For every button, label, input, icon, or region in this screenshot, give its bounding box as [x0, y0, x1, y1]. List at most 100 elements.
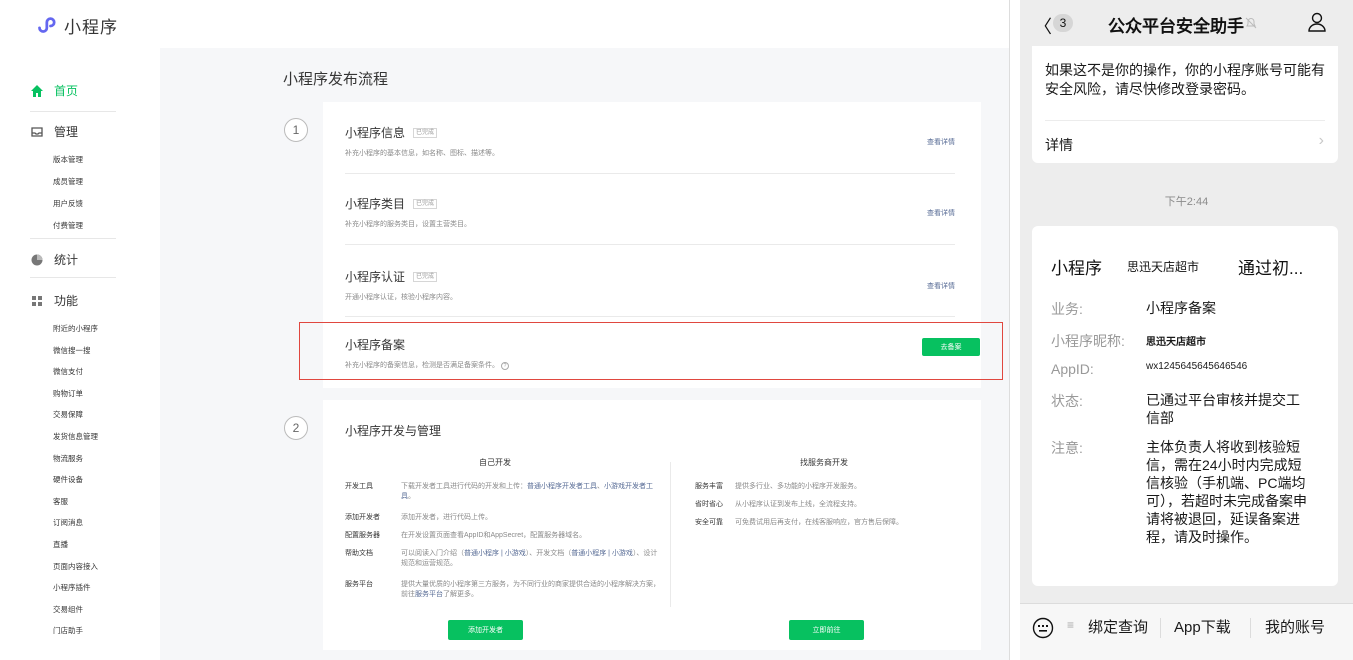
sidebar-label-features: 功能	[54, 294, 79, 308]
step-divider	[345, 244, 955, 245]
doc-link[interactable]: 服务平台	[415, 591, 443, 598]
go-now-button[interactable]: 立即前往	[789, 620, 864, 640]
sidebar-item-stats[interactable]: 统计	[30, 251, 78, 268]
field-value: wx1245645645646546	[1146, 361, 1248, 372]
sidebar-item-version[interactable]: 版本管理	[53, 154, 83, 165]
step-info: 小程序信息 已完成 补充小程序的基本信息，如名称、图标、描述等。 查看详情	[345, 124, 955, 158]
menu-divider	[1160, 618, 1161, 638]
step-verify-title: 小程序认证	[345, 270, 406, 284]
step-category-desc: 补充小程序的服务类目，设置主营类目。	[345, 221, 471, 228]
sidebar-item-feature[interactable]: 门店助手	[53, 625, 83, 636]
step-number-2: 2	[284, 416, 308, 440]
step-number-1: 1	[284, 118, 308, 142]
doc-link[interactable]: 普通小程序 | 小游戏	[571, 550, 633, 557]
menu-app-download[interactable]: App下载	[1174, 616, 1231, 637]
sidebar-divider	[30, 277, 116, 278]
row-value: 下载开发者工具进行代码的开发和上传：普通小程序开发者工具、小游戏开发者工具。	[401, 483, 653, 500]
home-icon	[31, 84, 43, 97]
beian-status-card[interactable]: 小程序 思迅天店超市 通过初... 业务: 小程序备案 小程序昵称: 思迅天店超…	[1032, 226, 1338, 586]
wechat-chat-window: 〈 3 公众平台安全助手 如果这不是你的操作，你的小程序账号可能有安全风险，请尽…	[1020, 0, 1353, 660]
go-beian-button[interactable]: 去备案	[922, 338, 980, 356]
dev-manage-title: 小程序开发与管理	[345, 424, 442, 438]
column-divider	[670, 462, 671, 607]
doc-link[interactable]: 普通小程序 | 小游戏	[464, 550, 526, 557]
sidebar-item-feature[interactable]: 客服	[53, 496, 68, 507]
security-warning-text: 如果这不是你的操作，你的小程序账号可能有安全风险，请尽快修改登录密码。	[1045, 62, 1325, 97]
row-key: 帮助文档	[345, 550, 373, 557]
user-profile-icon[interactable]	[1306, 11, 1328, 33]
row-value: 提供大量优质的小程序第三方服务，为不同行业的商家提供合适的小程序解决方案，前往服…	[401, 581, 660, 598]
row-key: 服务平台	[345, 581, 373, 588]
grid-icon	[32, 295, 42, 306]
step-info-desc: 补充小程序的基本信息，如名称、图标、描述等。	[345, 150, 499, 157]
sidebar-item-feature[interactable]: 微信搜一搜	[53, 345, 91, 356]
step-divider	[345, 173, 955, 174]
row-key: 配置服务器	[345, 532, 380, 539]
inbox-icon	[31, 126, 43, 137]
sidebar-item-feature[interactable]: 直播	[53, 539, 68, 550]
field-label: AppID:	[1051, 361, 1094, 377]
menu-my-account[interactable]: 我的账号	[1265, 616, 1325, 637]
sidebar-item-members[interactable]: 成员管理	[53, 176, 83, 187]
add-developer-button[interactable]: 添加开发者	[448, 620, 523, 640]
menu-list-icon: ≡	[1067, 618, 1075, 632]
status-badge: 已完成	[413, 198, 438, 209]
field-label: 小程序昵称:	[1051, 333, 1125, 349]
sidebar-item-feature[interactable]: 微信支付	[53, 366, 83, 377]
step-verify-desc: 开通小程序认证，核验小程序内容。	[345, 294, 457, 301]
main-content: 小程序发布流程 1 小程序信息 已完成 补充小程序的基本信息，如名称、图标、描述等…	[160, 48, 1009, 660]
field-label: 注意:	[1051, 440, 1083, 456]
beian-highlight-box: 去备案	[299, 322, 1003, 380]
pie-chart-icon	[31, 254, 43, 265]
sidebar-item-feature[interactable]: 交易组件	[53, 604, 83, 615]
row-value: 提供多行业、多功能的小程序开发服务。	[735, 483, 861, 490]
sidebar-divider	[30, 238, 116, 239]
row-key: 安全可靠	[695, 519, 723, 526]
sidebar-item-feature[interactable]: 硬件设备	[53, 474, 83, 485]
chevron-right-icon: ›	[1318, 132, 1324, 149]
sidebar-item-features[interactable]: 功能	[30, 292, 78, 309]
sidebar-item-manage[interactable]: 管理	[30, 123, 78, 140]
menu-divider	[1250, 618, 1251, 638]
sidebar-item-feature[interactable]: 购物订单	[53, 388, 83, 399]
status-badge: 已完成	[413, 271, 438, 282]
sidebar-item-feature[interactable]: 页面内容接入	[53, 561, 98, 572]
row-value: 可以阅读入门介绍（普通小程序 | 小游戏）、开发文档（普通小程序 | 小游戏）、…	[401, 550, 658, 567]
logo[interactable]: 小程序	[34, 13, 118, 38]
step-verify: 小程序认证 已完成 开通小程序认证，核验小程序内容。 查看详情	[345, 268, 955, 302]
message-divider	[1045, 120, 1325, 121]
dev-manage-card: 小程序开发与管理 自己开发 找服务商开发 添加开发者 立即前往 开发工具 下载开发…	[323, 400, 981, 650]
view-details-link[interactable]: 查看详情	[927, 208, 955, 218]
menu-bind-query[interactable]: 绑定查询	[1088, 616, 1148, 637]
doc-link[interactable]: 普通小程序开发者工具	[527, 483, 597, 490]
sidebar-item-feature[interactable]: 小程序插件	[53, 582, 91, 593]
view-details-link[interactable]: 查看详情	[927, 137, 955, 147]
step-info-title: 小程序信息	[345, 126, 406, 140]
status-summary: 通过初...	[1238, 259, 1304, 278]
field-label: 状态:	[1051, 393, 1083, 409]
field-value: 已通过平台审核并提交工信部	[1146, 392, 1300, 426]
sidebar-item-home[interactable]: 首页	[30, 82, 78, 99]
row-value: 可免费试用后再支付，在线客服响应，官方售后保障。	[735, 519, 903, 526]
sidebar-divider	[30, 111, 116, 112]
row-value: 添加开发者，进行代码上传。	[401, 514, 492, 521]
top-bar: 小程序	[0, 0, 1009, 48]
sidebar-item-payment[interactable]: 付费管理	[53, 220, 83, 231]
security-message-card: 如果这不是你的操作，你的小程序账号可能有安全风险，请尽快修改登录密码。 详情 ›	[1032, 46, 1338, 163]
field-label: 业务:	[1051, 301, 1083, 317]
view-details-link[interactable]: 查看详情	[927, 281, 955, 291]
miniprogram-logo-icon	[38, 16, 56, 33]
sidebar-item-feature[interactable]: 发货信息管理	[53, 431, 98, 442]
keyboard-icon[interactable]	[1032, 617, 1054, 639]
sidebar-item-feature[interactable]: 订阅消息	[53, 517, 83, 528]
sidebar-item-feature[interactable]: 附近的小程序	[53, 323, 98, 334]
self-dev-heading: 自己开发	[479, 458, 511, 467]
store-name: 思迅天店超市	[1127, 260, 1200, 274]
sidebar-item-feature[interactable]: 交易保障	[53, 409, 83, 420]
sidebar-item-feature[interactable]: 物流服务	[53, 453, 83, 464]
sidebar-item-feedback[interactable]: 用户反馈	[53, 198, 83, 209]
details-link[interactable]: 详情	[1045, 135, 1073, 155]
field-value: 主体负责人将收到核验短信，需在24小时内完成短信核验（手机端、PC端均可），若超…	[1146, 439, 1307, 545]
back-chevron-icon[interactable]: 〈	[1034, 13, 1052, 39]
sidebar-label-manage: 管理	[54, 125, 79, 139]
